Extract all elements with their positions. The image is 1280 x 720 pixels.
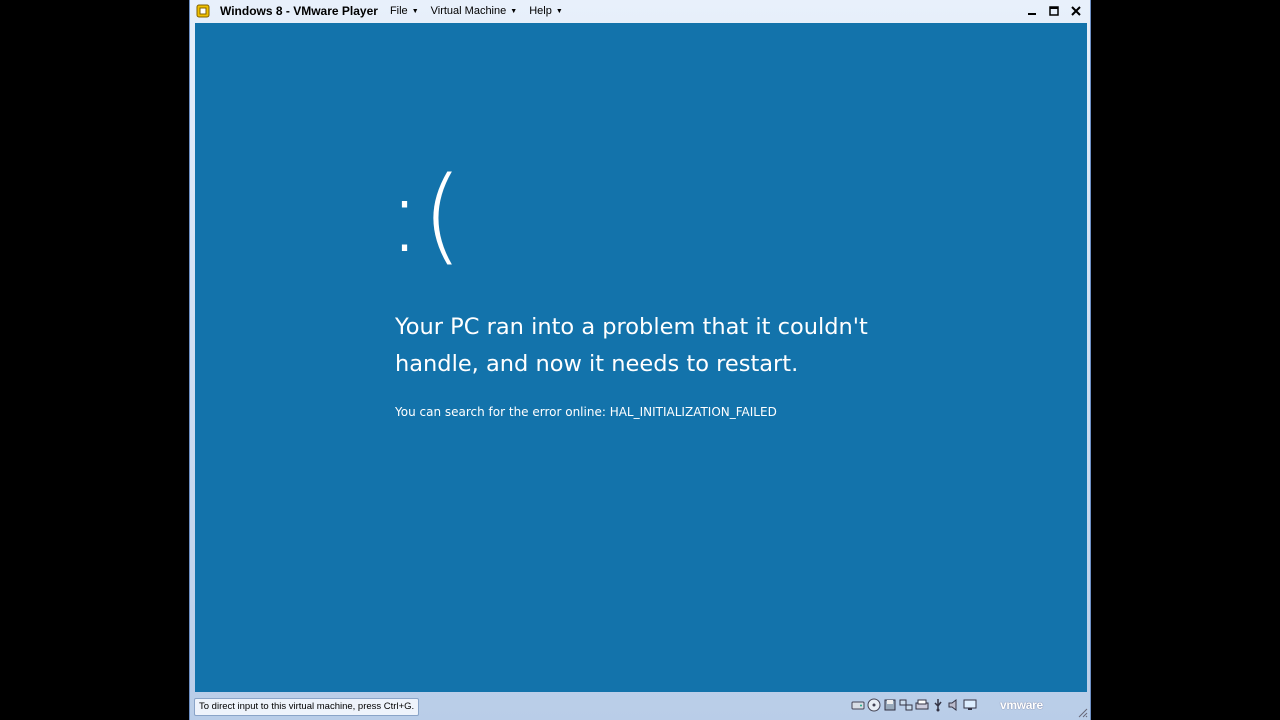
cd-icon[interactable] xyxy=(867,698,881,712)
hard-disk-icon[interactable] xyxy=(851,698,865,712)
bsod-headline: Your PC ran into a problem that it could… xyxy=(395,314,868,377)
maximize-button[interactable] xyxy=(1046,3,1062,18)
floppy-icon[interactable] xyxy=(883,698,897,712)
menu-virtual-machine[interactable]: Virtual Machine ▼ xyxy=(431,5,518,17)
vm-display[interactable]: :( Your PC ran into a problem that it co… xyxy=(195,23,1087,692)
menu-file[interactable]: File ▼ xyxy=(390,5,419,17)
sad-face-emoticon: :( xyxy=(387,154,463,276)
device-icons xyxy=(851,698,977,712)
usb-icon[interactable] xyxy=(931,698,945,712)
chevron-down-icon: ▼ xyxy=(510,7,518,15)
menu-virtual-machine-label: Virtual Machine xyxy=(430,5,507,17)
resize-grip-icon[interactable] xyxy=(1076,706,1088,718)
chevron-down-icon: ▼ xyxy=(411,7,419,15)
input-hint: To direct input to this virtual machine,… xyxy=(194,697,420,716)
window-controls xyxy=(1024,3,1084,18)
title-bar: Windows 8 - VMware Player File ▼ Virtual… xyxy=(190,0,1090,22)
network-icon[interactable] xyxy=(899,698,913,712)
window-title: Windows 8 - VMware Player xyxy=(220,4,378,18)
vmware-app-icon xyxy=(196,4,210,18)
chevron-down-icon: ▼ xyxy=(555,7,563,15)
menu-file-label: File xyxy=(389,5,408,17)
close-button[interactable] xyxy=(1068,3,1084,18)
maximize-icon xyxy=(1049,5,1059,16)
sound-icon[interactable] xyxy=(947,698,961,712)
display-icon[interactable] xyxy=(963,698,977,712)
printer-icon[interactable] xyxy=(915,698,929,712)
status-bar: To direct input to this virtual machine,… xyxy=(190,693,1090,720)
vmware-logo: vmware xyxy=(1000,698,1043,712)
menu-help[interactable]: Help ▼ xyxy=(529,5,563,17)
bsod-error-line: You can search for the error online: HAL… xyxy=(395,405,777,419)
minimize-icon xyxy=(1028,12,1036,15)
menu-help-label: Help xyxy=(529,5,552,17)
vmware-player-window: Windows 8 - VMware Player File ▼ Virtual… xyxy=(189,0,1091,720)
close-icon xyxy=(1071,5,1081,16)
minimize-button[interactable] xyxy=(1024,3,1040,18)
